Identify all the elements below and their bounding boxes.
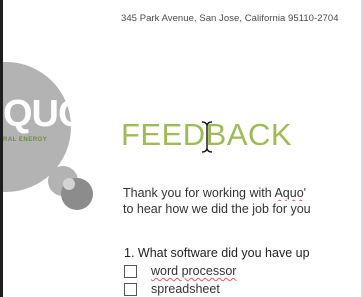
intro-line-1: Thank you for working with Aquo' [123,185,361,201]
ibeam-cursor-icon [201,121,213,153]
logo-wordmark: QUO [3,93,88,135]
option-label: word processor [151,264,237,278]
software-options-list: word processor spreadsheet [124,262,361,297]
option-word-processor[interactable]: word processor [124,262,361,280]
question-1: 1. What software did you have up [124,246,310,260]
checkbox[interactable] [124,282,137,296]
logo-tagline: RAL ENERGY [3,137,48,143]
intro-line-2: to hear how we did the job for you [123,202,311,216]
checkbox[interactable] [124,264,137,278]
intro-text-tail: ' [303,186,307,200]
logo-dot [63,178,75,190]
intro-text: Thank you for working with [123,186,275,200]
document-window: 345 Park Avenue, San Jose, California 95… [0,0,363,297]
document-page[interactable]: 345 Park Avenue, San Jose, California 95… [3,0,361,297]
aquo-logo: QUO RAL ENERGY [3,0,113,210]
option-label: spreadsheet [151,282,220,296]
intro-paragraph[interactable]: Thank you for working with Aquo' to hear… [123,185,361,217]
spelling-flagged-word[interactable]: Aquo [274,186,303,200]
option-spreadsheet[interactable]: spreadsheet [124,280,361,297]
address-line: 345 Park Avenue, San Jose, California 95… [121,13,339,24]
